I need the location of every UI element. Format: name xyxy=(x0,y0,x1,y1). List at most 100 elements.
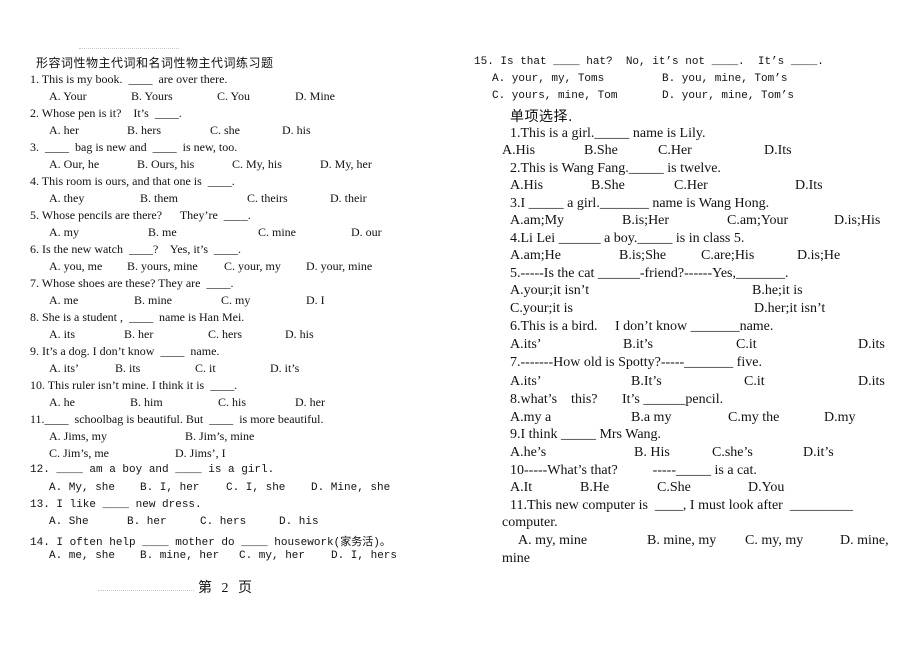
option: C. my, my xyxy=(745,533,804,548)
option: A. its’ xyxy=(49,361,79,375)
mc-question-11: 11.This new computer is ____, I must loo… xyxy=(510,498,853,513)
option: A. My, she xyxy=(49,482,116,494)
option: D. Mine, she xyxy=(311,482,391,494)
option: A. Jims, my xyxy=(49,429,108,443)
option: C.my the xyxy=(728,410,780,425)
option: C. Jim’s, me xyxy=(49,446,110,460)
option: A.His xyxy=(502,143,536,158)
option: D. Mine xyxy=(295,89,335,103)
option: A.its’ xyxy=(510,337,542,352)
option: C. mine xyxy=(258,225,296,239)
footer-rule xyxy=(98,590,194,591)
option: C. I, she xyxy=(226,482,286,494)
option: D. Jims’, I xyxy=(175,446,226,460)
option: A.its’ xyxy=(510,374,542,389)
question-14: 14. I often help ____ mother do ____ hou… xyxy=(30,537,391,549)
option: B. Jim’s, mine xyxy=(185,429,255,443)
option: D. her xyxy=(295,395,325,409)
section-title: 单项选择. xyxy=(510,109,573,125)
question-12: 12. ____ am a boy and ____ is a girl. xyxy=(30,464,275,476)
question-11: 11.____ schoolbag is beautiful. But ____… xyxy=(30,412,324,426)
question-13: 13. I like ____ new dress. xyxy=(30,499,202,511)
option: C. his xyxy=(218,395,247,409)
option: B. Ours, his xyxy=(137,157,195,171)
option: B.She xyxy=(584,143,618,158)
option: D. I xyxy=(306,293,325,307)
option: C. My, his xyxy=(232,157,282,171)
option: D.is;His xyxy=(834,213,881,228)
option: C.Her xyxy=(658,143,692,158)
option: C. theirs xyxy=(247,191,288,205)
question-2: 2. Whose pen is it? It’s ____. xyxy=(30,106,182,120)
option: C. You xyxy=(217,89,251,103)
option: B. its xyxy=(115,361,141,375)
question-6: 6. Is the new watch ____? Yes, it’s ____… xyxy=(30,242,241,256)
option: D. his xyxy=(279,516,319,528)
option-continued: mine xyxy=(502,551,530,566)
option: D.is;He xyxy=(797,248,841,263)
option: C. hers xyxy=(208,327,242,341)
option: A.your;it isn’t xyxy=(510,283,590,298)
option: D. I, hers xyxy=(331,550,398,562)
question-5: 5. Whose pencils are there? They’re ____… xyxy=(30,208,251,222)
document-page: 形容词性物主代词和名词性物主代词练习题 1. This is my book. … xyxy=(0,0,920,651)
option: B.It’s xyxy=(631,374,662,389)
option: A.he’s xyxy=(510,445,547,460)
option: B. I, her xyxy=(140,482,200,494)
mc-question-5: 5.-----Is the cat ______-friend?------Ye… xyxy=(510,266,789,281)
option: B. them xyxy=(140,191,178,205)
option: D. mine, xyxy=(840,533,889,548)
option: A. my, mine xyxy=(518,533,588,548)
option: D.it’s xyxy=(803,445,834,460)
option: A. me xyxy=(49,293,79,307)
option: C.am;Your xyxy=(727,213,789,228)
worksheet-title: 形容词性物主代词和名词性物主代词练习题 xyxy=(36,56,274,70)
question-7: 7. Whose shoes are these? They are ____. xyxy=(30,276,234,290)
option: A. they xyxy=(49,191,85,205)
option: A. She xyxy=(49,516,89,528)
option: B. mine, my xyxy=(647,533,717,548)
option: A.His xyxy=(510,178,544,193)
option: A. your, my, Toms xyxy=(492,73,605,85)
option: B. her xyxy=(124,327,154,341)
option: B.He xyxy=(580,480,610,495)
option: D.my xyxy=(824,410,856,425)
option: C.it xyxy=(736,337,757,352)
question-10: 10. This ruler isn’t mine. I think it is… xyxy=(30,378,238,392)
option: B. him xyxy=(130,395,163,409)
mc-question-3: 3.I _____ a girl._______ name is Wang Ho… xyxy=(510,196,770,211)
option: D. their xyxy=(330,191,367,205)
option: A. you, me xyxy=(49,259,103,273)
option: B.a my xyxy=(631,410,672,425)
option: D. it’s xyxy=(270,361,300,375)
option: D.You xyxy=(748,480,785,495)
option: C. it xyxy=(195,361,216,375)
option: C.She xyxy=(657,480,691,495)
option: A. her xyxy=(49,123,79,137)
mc-question-11-continued: computer. xyxy=(502,515,558,530)
option: A. me, she xyxy=(49,550,116,562)
option: B. her xyxy=(127,516,167,528)
question-3: 3. ____ bag is new and ____ is new, too. xyxy=(30,140,238,154)
mc-question-9: 9.I think _____ Mrs Wang. xyxy=(510,427,662,442)
option: D.her;it isn’t xyxy=(754,301,826,316)
option: A. he xyxy=(49,395,75,409)
option: A. Our, he xyxy=(49,157,100,171)
option: B.is;She xyxy=(619,248,667,263)
option: B. His xyxy=(634,445,670,460)
option: B.he;it is xyxy=(752,283,803,298)
option: D. our xyxy=(351,225,382,239)
option: C. my, her xyxy=(239,550,306,562)
mc-question-4: 4.Li Lei ______ a boy._____ is in class … xyxy=(510,231,745,246)
header-rule xyxy=(79,48,179,49)
question-4: 4. This room is ours, and that one is __… xyxy=(30,174,235,188)
option: C. hers xyxy=(200,516,247,528)
option: D. your, mine xyxy=(306,259,373,273)
option: C. yours, mine, Tom xyxy=(492,90,618,102)
option: A.am;He xyxy=(510,248,561,263)
page-number: 第 2 页 xyxy=(198,581,255,596)
option: B. you, mine, Tom’s xyxy=(662,73,788,85)
option: C.Her xyxy=(674,178,708,193)
option: D.its xyxy=(858,337,885,352)
mc-question-8: 8.what’s this? It’s ______pencil. xyxy=(510,392,724,407)
